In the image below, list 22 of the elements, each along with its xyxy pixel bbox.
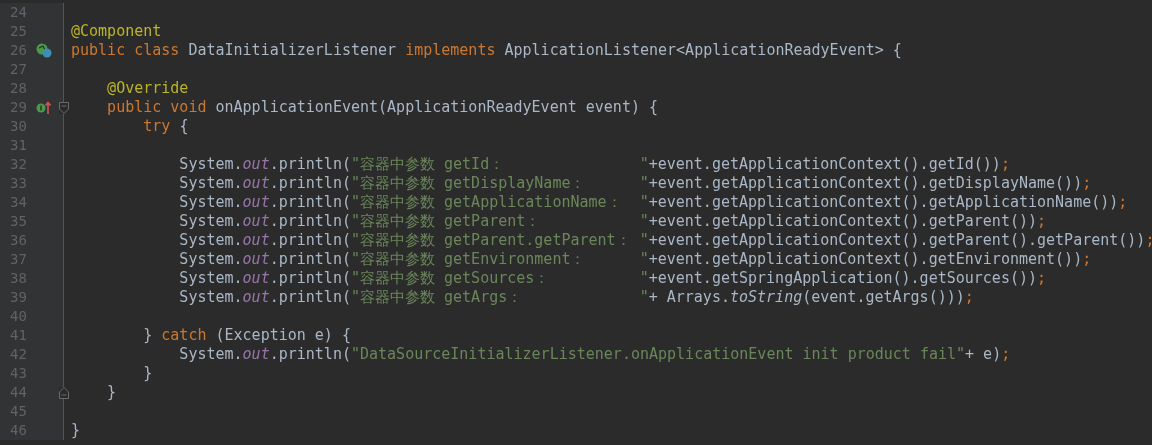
- code-line: System.out.println("容器中参数 getApplicationName： "+event.getApplicationContext().getApplicationName());: [178, 193, 1128, 211]
- code-line: try {: [142, 117, 189, 135]
- code-line: System.out.println("容器中参数 getArgs： "+ Arrays.toString(event.getArgs()));: [178, 288, 974, 306]
- code-line: System.out.println("容器中参数 getParent.getParent： "+event.getApplicationContext().getParent().getParent());: [178, 231, 1152, 249]
- code-line: public void onApplicationEvent(ApplicationReadyEvent event) {: [106, 98, 658, 116]
- code-line: }: [71, 421, 81, 439]
- code-line: System.out.println("容器中参数 getId： "+event.getApplicationContext().getId());: [178, 155, 1010, 173]
- code-line: System.out.println("容器中参数 getEnvironment： "+event.getApplicationContext().getEnvironment());: [178, 250, 1092, 268]
- code-line: @Component: [71, 22, 162, 40]
- code-line: }: [142, 364, 153, 382]
- code-line: public class DataInitializerListener implements ApplicationListener<ApplicationReadyEvent> {: [71, 41, 902, 59]
- fold-marker-icon[interactable]: [59, 386, 69, 399]
- code-line: } catch (Exception e) {: [142, 326, 351, 344]
- code-line: }: [106, 383, 117, 401]
- code-line: System.out.println("容器中参数 getParent： "+event.getApplicationContext().getParent());: [178, 212, 1047, 230]
- fold-marker-icon[interactable]: [59, 101, 69, 114]
- implemented-class-icon[interactable]: [36, 43, 52, 58]
- code-line: System.out.println("容器中参数 getSources： "+event.getSpringApplication().getSources());: [178, 269, 1047, 287]
- code-line: System.out.println("DataSourceInitializerListener.onApplicationEvent init product fail"+ e);: [178, 345, 1011, 363]
- code-line: System.out.println("容器中参数 getDisplayName： "+event.getApplicationContext().getDisplayName());: [178, 174, 1092, 192]
- code-line: @Override: [106, 79, 189, 97]
- override-method-icon[interactable]: [36, 100, 52, 115]
